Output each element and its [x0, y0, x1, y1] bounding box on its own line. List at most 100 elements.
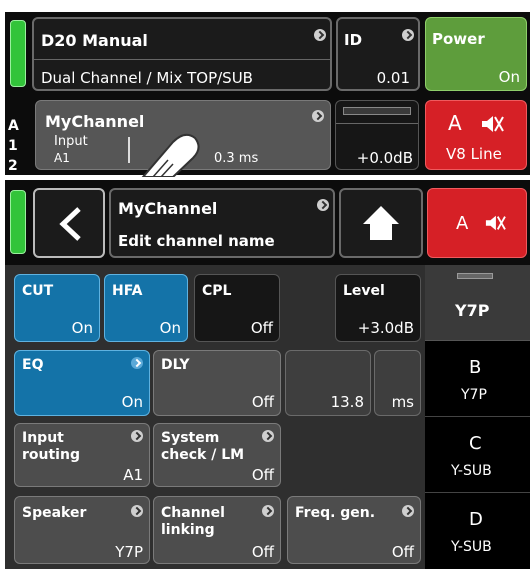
mute-button[interactable]: A V8 Line [425, 100, 527, 170]
finger-tap-icon [141, 133, 200, 177]
speaker-line: V8 Line [446, 145, 502, 163]
level-meter [343, 107, 411, 115]
mute-button-bottom[interactable]: A [427, 188, 527, 258]
cpl-button[interactable]: CPL Off [194, 274, 280, 342]
chevron-right-icon [402, 29, 414, 41]
input-routing-button[interactable]: Input routing A1 [14, 423, 150, 487]
freq-gen-label: Freq. gen. [295, 505, 376, 521]
hfa-label: HFA [112, 283, 143, 299]
channel-name: MyChannel [45, 112, 145, 131]
speaker-button[interactable]: Speaker Y7P [14, 496, 150, 564]
delay-time-field[interactable]: 13.8 [285, 350, 371, 416]
speaker-mute-icon [485, 215, 506, 231]
speaker-value: Y7P [115, 543, 143, 561]
input-label: Input [54, 134, 88, 149]
system-check-label1: System [161, 430, 220, 446]
channel-linking-value: Off [251, 543, 274, 561]
delay-value: 0.3 ms [214, 151, 259, 166]
eq-value: On [121, 393, 143, 411]
power-value: On [498, 68, 520, 86]
channel-tab-speaker: Y-SUB [451, 539, 492, 555]
channel-number-1: 1 [8, 138, 18, 154]
channel-name-button[interactable]: MyChannel Edit channel name [109, 188, 335, 258]
chevron-right-icon [131, 357, 143, 369]
chevron-right-icon [312, 110, 324, 122]
input-value: A1 [54, 151, 70, 165]
freq-gen-value: Off [391, 543, 414, 561]
channel-tab-letter: B [469, 357, 482, 378]
divider [336, 123, 418, 124]
id-button[interactable]: ID 0.01 [336, 17, 420, 91]
channel-tab-d[interactable]: D Y-SUB [425, 493, 530, 569]
header-subtitle: Edit channel name [118, 232, 275, 250]
cut-button[interactable]: CUT On [14, 274, 100, 342]
meter-bar [128, 137, 130, 163]
eq-button[interactable]: EQ On [14, 350, 150, 416]
freq-gen-button[interactable]: Freq. gen. Off [287, 496, 421, 564]
dly-label: DLY [161, 357, 190, 373]
eq-label: EQ [22, 357, 44, 373]
system-check-value: Off [251, 466, 274, 484]
cpl-label: CPL [202, 283, 232, 299]
channel-linking-label1: Channel [161, 505, 225, 521]
delay-time-value: 13.8 [330, 393, 364, 411]
delay-unit-field[interactable]: ms [374, 350, 421, 416]
chevron-right-icon [314, 29, 326, 41]
cpl-value: Off [250, 319, 273, 337]
system-check-label2: check / LM [161, 447, 245, 463]
level-label: Level [343, 283, 385, 299]
home-icon [363, 206, 399, 240]
dly-button[interactable]: DLY Off [153, 350, 281, 416]
channel-linking-label2: linking [161, 522, 215, 538]
speaker-label: Speaker [22, 505, 87, 521]
power-label: Power [432, 30, 485, 48]
channel-tab-letter: C [469, 433, 482, 454]
chevron-right-icon [317, 199, 329, 211]
divider [34, 59, 330, 60]
channel-meter [457, 273, 493, 279]
channel-number-2: 2 [8, 158, 18, 174]
mute-channel: A [456, 213, 469, 234]
id-label: ID [344, 31, 363, 49]
setup-title: D20 Manual [41, 31, 148, 50]
dly-value: Off [251, 393, 274, 411]
status-indicator [10, 190, 26, 254]
input-routing-value: A1 [123, 466, 143, 484]
delay-unit: ms [391, 393, 414, 411]
channel-tab-speaker: Y7P [455, 301, 490, 320]
channel-tab-letter: D [469, 509, 483, 530]
chevron-right-icon [131, 430, 143, 442]
cut-value: On [71, 319, 93, 337]
channel-selector: Y7P B Y7P C Y-SUB D Y-SUB [425, 265, 530, 569]
id-value: 0.01 [376, 69, 410, 87]
bottom-screen: MyChannel Edit channel name A CUT On HFA… [5, 180, 530, 569]
power-button[interactable]: Power On [425, 17, 527, 91]
speaker-mute-icon [482, 116, 504, 132]
channel-tab-a[interactable]: Y7P [425, 265, 530, 341]
chevron-left-icon [59, 207, 81, 241]
hfa-value: On [159, 319, 181, 337]
mute-channel: A [448, 111, 462, 135]
channel-tab-speaker: Y-SUB [451, 463, 492, 479]
chevron-right-icon [131, 505, 143, 517]
home-button[interactable] [339, 188, 423, 258]
setup-button[interactable]: D20 Manual Dual Channel / Mix TOP/SUB [32, 17, 332, 91]
hfa-button[interactable]: HFA On [104, 274, 188, 342]
gain-value: +0.0dB [356, 149, 413, 167]
channel-tab-b[interactable]: B Y7P [425, 341, 530, 417]
gain-button[interactable]: +0.0dB [335, 100, 419, 170]
status-indicator [10, 20, 26, 87]
channel-tab-c[interactable]: C Y-SUB [425, 417, 530, 493]
channel-letter: A [8, 118, 19, 134]
mode-text: Dual Channel / Mix TOP/SUB [41, 69, 253, 87]
channel-tab-speaker: Y7P [461, 387, 487, 403]
level-button[interactable]: Level +3.0dB [335, 274, 421, 342]
input-routing-label1: Input [22, 430, 64, 446]
header-title: MyChannel [118, 199, 218, 218]
back-button[interactable] [33, 188, 105, 258]
system-check-button[interactable]: System check / LM Off [153, 423, 281, 487]
chevron-right-icon [402, 505, 414, 517]
chevron-right-icon [262, 430, 274, 442]
input-routing-label2: routing [22, 447, 80, 463]
channel-linking-button[interactable]: Channel linking Off [153, 496, 281, 564]
